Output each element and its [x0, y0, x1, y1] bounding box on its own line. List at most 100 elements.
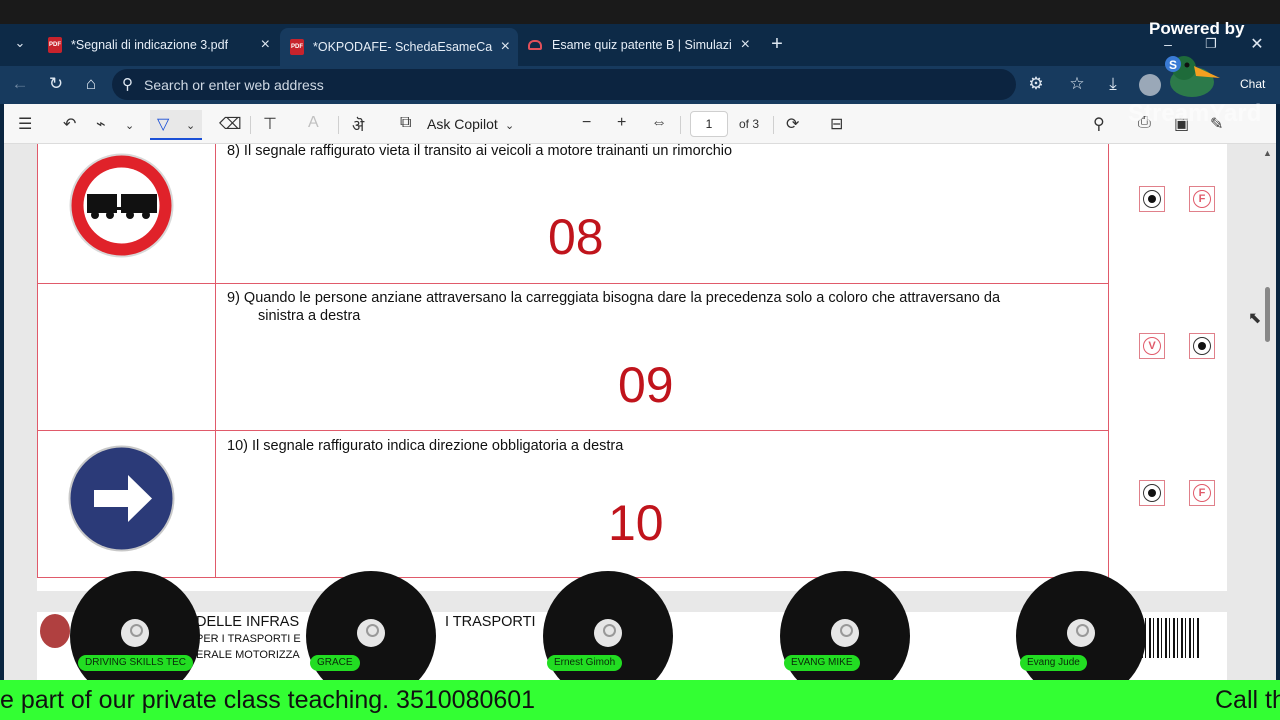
text-box-icon[interactable]: ⊤	[263, 114, 277, 134]
no-trailer-sign	[68, 152, 175, 259]
scrollbar[interactable]	[1262, 148, 1272, 678]
zoom-in-icon[interactable]: +	[617, 114, 626, 132]
barcode	[1141, 618, 1201, 658]
copilot-icon[interactable]: ⧉	[400, 114, 411, 132]
contents-icon[interactable]: ☰	[18, 114, 32, 134]
mouse-cursor-icon: ⬉	[1248, 310, 1262, 327]
search-icon: ⚲	[122, 76, 133, 93]
read-aloud-icon[interactable]: A	[308, 114, 319, 132]
page-number-input[interactable]: 1	[690, 111, 728, 137]
divider	[773, 116, 774, 134]
tab-label: *OKPODAFE- SchedaEsameCandid	[313, 40, 493, 54]
person-icon	[831, 619, 859, 647]
question-text-cont: sinistra a destra	[258, 308, 361, 324]
answer-f-icon: F	[1193, 190, 1211, 208]
pdf-icon: PDF	[48, 37, 62, 53]
screen: ⌄ PDF *Segnali di indicazione 3.pdf × PD…	[0, 0, 1280, 720]
question-text: 10) Il segnale raffigurato indica direzi…	[227, 438, 624, 454]
participant-name: Ernest Gimoh	[547, 655, 623, 671]
svg-text:S: S	[1169, 58, 1177, 72]
answer-x-icon	[1193, 337, 1211, 355]
chevron-down-icon[interactable]: ⌄	[125, 119, 134, 132]
table-line	[37, 283, 1109, 284]
scroll-thumb[interactable]	[1265, 287, 1270, 342]
extensions-icon[interactable]: ⚙	[1025, 74, 1047, 94]
refresh-icon[interactable]: ↻	[45, 74, 67, 94]
question-text: 9) Quando le persone anziane attraversan…	[227, 290, 1001, 306]
person-icon	[121, 619, 149, 647]
zoom-out-icon[interactable]: −	[582, 114, 591, 132]
answer-x-box[interactable]	[1189, 333, 1215, 359]
scroll-up-icon[interactable]: ▲	[1263, 148, 1272, 158]
tab-label: *Segnali di indicazione 3.pdf	[71, 38, 229, 52]
ministry-line: I TRASPORTI	[445, 614, 536, 630]
participant-name: DRIVING SKILLS TEC	[78, 655, 193, 671]
fit-page-icon[interactable]: ⇔	[651, 114, 667, 132]
close-icon[interactable]: ×	[501, 38, 510, 56]
restore-icon[interactable]: ❐	[1200, 36, 1222, 52]
tab-segnali[interactable]: PDF *Segnali di indicazione 3.pdf ×	[38, 30, 278, 60]
highlight-icon[interactable]: ⌁	[96, 114, 106, 134]
person-icon	[594, 619, 622, 647]
ministry-line: ERALE MOTORIZZA	[196, 649, 300, 661]
new-tab-icon[interactable]: +	[766, 33, 788, 56]
answer-x-box[interactable]	[1139, 480, 1165, 506]
answer-v-icon: V	[1143, 337, 1161, 355]
close-window-icon[interactable]: ✕	[1246, 34, 1268, 54]
streamyard-duck-logo: S	[1162, 52, 1228, 100]
ask-copilot-button[interactable]: Ask Copilot	[427, 116, 498, 132]
close-icon[interactable]: ×	[741, 36, 750, 54]
table-line	[37, 430, 1109, 431]
home-icon[interactable]: ⌂	[80, 74, 102, 94]
car-icon	[528, 40, 542, 50]
ticker-text: e part of our private class teaching. 35…	[0, 686, 536, 714]
draw-icon[interactable]: ▽	[157, 114, 169, 134]
divider	[250, 116, 251, 134]
streamyard-watermark: StreamYard	[1128, 100, 1262, 127]
divider	[680, 116, 681, 134]
table-line	[215, 144, 216, 578]
translate-icon[interactable]: ऄ	[352, 114, 364, 136]
tab-scheda[interactable]: PDF *OKPODAFE- SchedaEsameCandid ×	[280, 28, 518, 66]
address-placeholder: Search or enter web address	[144, 76, 324, 93]
question-number: 08	[548, 209, 604, 265]
tab-quiz[interactable]: Esame quiz patente B | Simulazion ×	[518, 30, 758, 60]
ministry-line: DELLE INFRAS	[196, 614, 300, 630]
address-bar[interactable]: ⚲ Search or enter web address	[112, 69, 1016, 100]
tab-label: Esame quiz patente B | Simulazion	[552, 38, 732, 52]
undo-icon[interactable]: ↶	[63, 114, 76, 134]
answer-x-box[interactable]	[1139, 186, 1165, 212]
page-view-icon[interactable]: ⊟	[830, 114, 843, 134]
question-number: 09	[618, 357, 674, 413]
person-icon	[1067, 619, 1095, 647]
tab-list-chevron-icon[interactable]: ⌄	[9, 35, 31, 51]
favorites-icon[interactable]: ☆	[1066, 74, 1088, 94]
chevron-down-icon[interactable]: ⌄	[186, 119, 195, 132]
mandatory-right-sign	[68, 445, 175, 552]
rotate-icon[interactable]: ⟳	[786, 114, 799, 134]
minimize-icon[interactable]: –	[1157, 36, 1179, 52]
answer-false-box[interactable]: F	[1189, 186, 1215, 212]
ministry-line: PER I TRASPORTI E	[196, 633, 301, 645]
emblem-icon	[40, 614, 70, 648]
question-text: 8) Il segnale raffigurato vieta il trans…	[227, 143, 733, 159]
close-icon[interactable]: ×	[261, 36, 270, 54]
divider	[338, 116, 339, 134]
participant-name: Evang Jude	[1020, 655, 1087, 671]
chevron-down-icon[interactable]: ⌄	[505, 119, 514, 132]
back-icon[interactable]: ←	[9, 74, 31, 94]
downloads-icon[interactable]: ⤓	[1102, 74, 1124, 94]
avatar[interactable]	[1139, 74, 1161, 96]
ticker-banner: e part of our private class teaching. 35…	[0, 680, 1280, 720]
answer-true-box[interactable]: V	[1139, 333, 1165, 359]
table-line	[37, 144, 38, 578]
participant-name: EVANG MIKE	[784, 655, 860, 671]
eraser-icon[interactable]: ⌫	[219, 114, 242, 134]
person-icon	[357, 619, 385, 647]
table-line	[37, 577, 1109, 578]
top-black-bar	[0, 0, 1280, 24]
search-icon[interactable]: ⚲	[1093, 114, 1105, 134]
answer-x-icon	[1143, 190, 1161, 208]
chat-label[interactable]: Chat	[1240, 77, 1265, 91]
answer-false-box[interactable]: F	[1189, 480, 1215, 506]
